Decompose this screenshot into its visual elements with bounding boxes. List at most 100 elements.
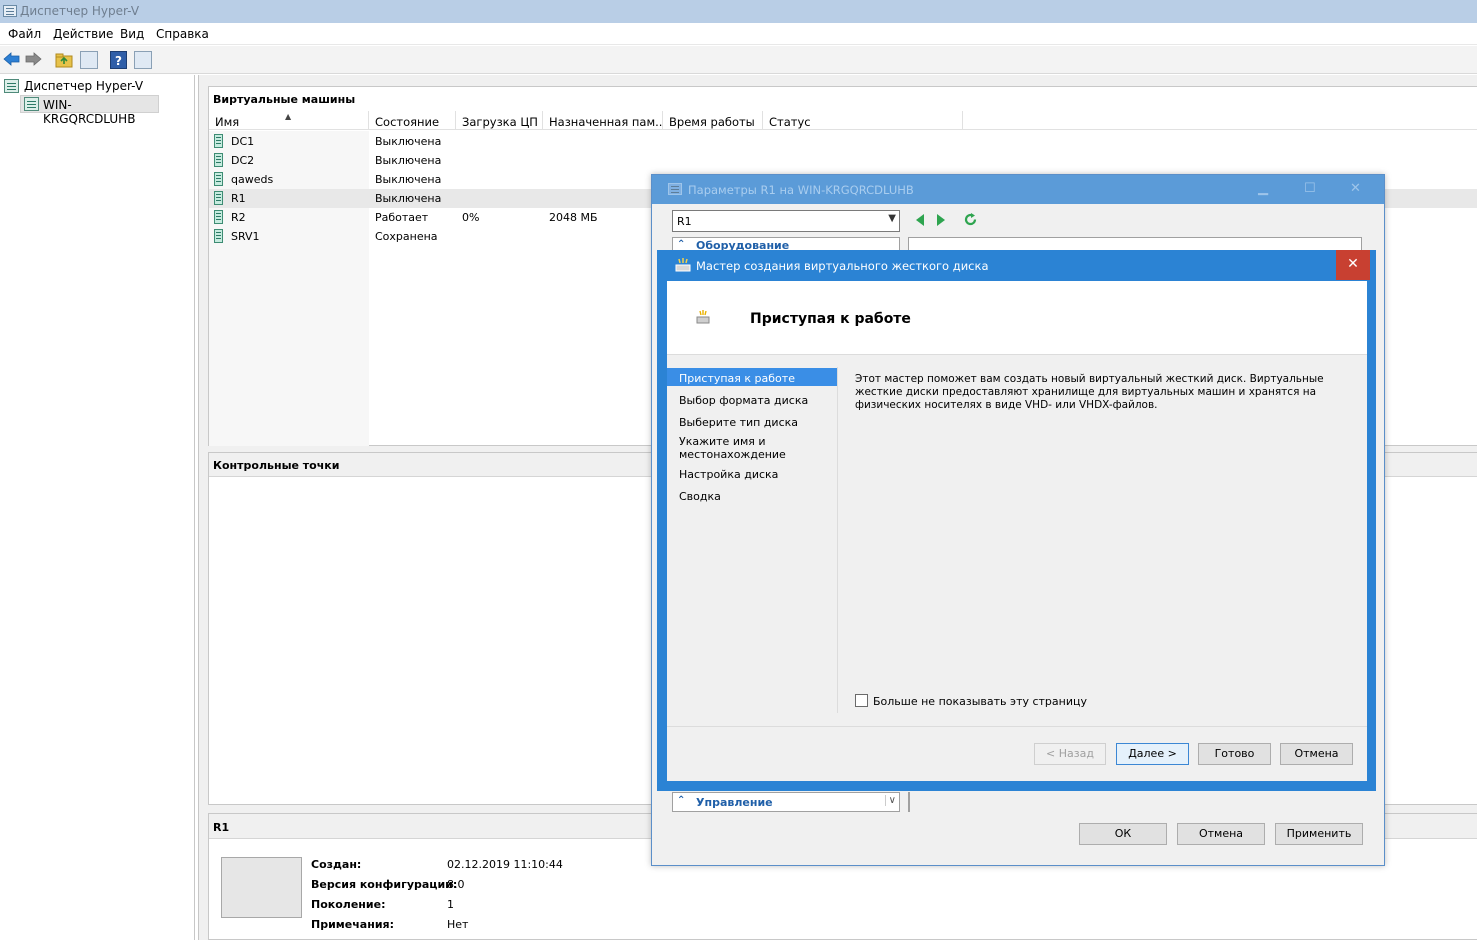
ok-button[interactable]: ОК	[1079, 823, 1167, 845]
wizard-step-summary[interactable]: Сводка	[679, 490, 839, 503]
disk-icon	[696, 310, 710, 324]
help-icon[interactable]: ?	[110, 51, 127, 69]
refresh-icon[interactable]	[963, 212, 978, 227]
wizard-footer-divider	[667, 726, 1367, 727]
vm-state: Сохранена	[375, 230, 438, 243]
vm-icon	[214, 229, 223, 243]
chevron-down-icon: ∨	[884, 795, 896, 806]
settings-minimize-icon[interactable]: ▁	[1258, 181, 1268, 196]
next-arrow-icon[interactable]	[935, 213, 947, 227]
disk-wizard-icon	[675, 258, 691, 272]
detail-label-notes: Примечания:	[311, 918, 394, 931]
previous-arrow-icon[interactable]	[914, 213, 926, 227]
detail-value-generation: 1	[447, 898, 454, 911]
close-icon: ✕	[1347, 256, 1359, 272]
detail-label-created: Создан:	[311, 858, 362, 871]
vm-memory: 2048 МБ	[549, 211, 598, 224]
main-window-title: Диспетчер Hyper-V	[20, 4, 140, 18]
menu-file[interactable]: Файл	[8, 27, 41, 41]
wizard-close-button[interactable]: ✕	[1336, 250, 1370, 280]
menu-action[interactable]: Действие	[53, 27, 113, 41]
vm-icon	[214, 153, 223, 167]
show-hide-action-pane-icon[interactable]	[134, 51, 152, 69]
vm-name: R1	[231, 192, 246, 205]
detail-label-generation: Поколение:	[311, 898, 386, 911]
settings-maximize-icon[interactable]: ☐	[1304, 181, 1316, 196]
settings-cancel-button[interactable]: Отмена	[1177, 823, 1265, 845]
management-section-header[interactable]: ⌃ Управление ∨	[672, 792, 900, 812]
vm-icon	[214, 134, 223, 148]
wizard-body: Приступая к работе Приступая к работе Вы…	[667, 281, 1367, 781]
tree-item-server-label: WIN-KRGQRCDLUHB	[43, 98, 136, 126]
wizard-cancel-button[interactable]: Отмена	[1280, 743, 1353, 765]
settings-titlebar: Параметры R1 на WIN-KRGQRCDLUHB ▁ ☐ ✕	[652, 175, 1384, 204]
hyperv-manager-icon	[4, 79, 19, 93]
column-header-cpu[interactable]: Загрузка ЦП	[456, 111, 543, 130]
collapse-chevron-icon: ⌃	[677, 795, 686, 806]
detail-label-config-version: Версия конфигурации:	[311, 878, 458, 891]
details-panel-title: R1	[213, 821, 230, 834]
column-header-uptime-label: Время работы	[669, 115, 755, 129]
vm-state: Выключена	[375, 192, 442, 205]
show-hide-console-tree-icon[interactable]	[80, 51, 98, 69]
vm-select-combobox[interactable]: R1 ▼	[672, 210, 900, 232]
sort-ascending-icon: ▲	[285, 112, 292, 121]
vm-state: Выключена	[375, 135, 442, 148]
chevron-down-icon: ▼	[888, 213, 896, 224]
menu-help[interactable]: Справка	[156, 27, 209, 41]
vhd-wizard-dialog: Мастер создания виртуального жесткого ди…	[657, 250, 1376, 791]
vm-panel-title: Виртуальные машины	[213, 93, 356, 106]
hyperv-app-icon	[3, 5, 17, 17]
column-header-state[interactable]: Состояние	[369, 111, 456, 130]
dont-show-again-label: Больше не показывать эту страницу	[873, 695, 1087, 708]
wizard-step-getting-started[interactable]: Приступая к работе	[679, 372, 839, 385]
back-arrow-icon[interactable]	[3, 52, 20, 66]
console-tree: Диспетчер Hyper-V WIN-KRGQRCDLUHB	[0, 75, 195, 940]
tree-item-server[interactable]: WIN-KRGQRCDLUHB	[20, 95, 159, 126]
detail-value-config-version: 8.0	[447, 878, 465, 891]
settings-divider	[908, 792, 910, 812]
wizard-step-name-location[interactable]: Укажите имя и местонахождение	[679, 435, 789, 461]
vm-row[interactable]: DC1 Выключена	[209, 132, 1477, 151]
vm-state: Выключена	[375, 154, 442, 167]
detail-value-created: 02.12.2019 11:10:44	[447, 858, 563, 871]
wizard-header-band: Приступая к работе	[667, 281, 1367, 355]
settings-dialog-title: Параметры R1 на WIN-KRGQRCDLUHB	[688, 183, 914, 197]
wizard-step-configure-disk[interactable]: Настройка диска	[679, 468, 839, 481]
wizard-step-disk-format[interactable]: Выбор формата диска	[679, 394, 839, 407]
vm-cpu: 0%	[462, 211, 480, 224]
main-titlebar: Диспетчер Hyper-V	[0, 0, 1477, 23]
tree-root-hyperv-manager[interactable]: Диспетчер Hyper-V	[24, 79, 143, 93]
menu-view[interactable]: Вид	[120, 27, 144, 41]
apply-button[interactable]: Применить	[1275, 823, 1363, 845]
wizard-step-disk-type[interactable]: Выберите тип диска	[679, 416, 839, 429]
wizard-steps-nav: Приступая к работе Выбор формата диска В…	[667, 367, 838, 713]
column-header-uptime[interactable]: Время работы	[663, 111, 763, 130]
vm-table-header: Имя ▲ Состояние Загрузка ЦП Назначенная …	[209, 111, 1477, 130]
finish-button[interactable]: Готово	[1198, 743, 1271, 765]
back-button[interactable]: < Назад	[1034, 743, 1106, 765]
up-folder-icon[interactable]	[55, 51, 73, 69]
vm-name: SRV1	[231, 230, 260, 243]
column-header-status-label: Статус	[769, 115, 811, 129]
forward-arrow-icon[interactable]	[25, 52, 42, 66]
vm-thumbnail	[221, 857, 302, 918]
column-header-memory[interactable]: Назначенная пам...	[543, 111, 663, 130]
dont-show-again-checkbox[interactable]	[855, 694, 868, 707]
checkpoints-panel-title: Контрольные точки	[213, 459, 340, 472]
wizard-page-heading: Приступая к работе	[750, 311, 911, 327]
toolbar: ?	[0, 46, 1477, 74]
column-header-status[interactable]: Статус	[763, 111, 963, 130]
column-header-memory-label: Назначенная пам...	[549, 115, 663, 129]
settings-close-icon[interactable]: ✕	[1350, 181, 1361, 196]
collapse-chevron-icon: ⌃	[677, 239, 686, 250]
vm-name: DC1	[231, 135, 255, 148]
svg-text:?: ?	[115, 54, 122, 68]
vm-name: DC2	[231, 154, 255, 167]
wizard-title: Мастер создания виртуального жесткого ди…	[696, 259, 989, 273]
detail-value-notes: Нет	[447, 918, 469, 931]
vm-row[interactable]: DC2 Выключена	[209, 151, 1477, 170]
next-button[interactable]: Далее >	[1116, 743, 1189, 765]
vm-state: Выключена	[375, 173, 442, 186]
wizard-description: Этот мастер поможет вам создать новый ви…	[855, 373, 1324, 411]
